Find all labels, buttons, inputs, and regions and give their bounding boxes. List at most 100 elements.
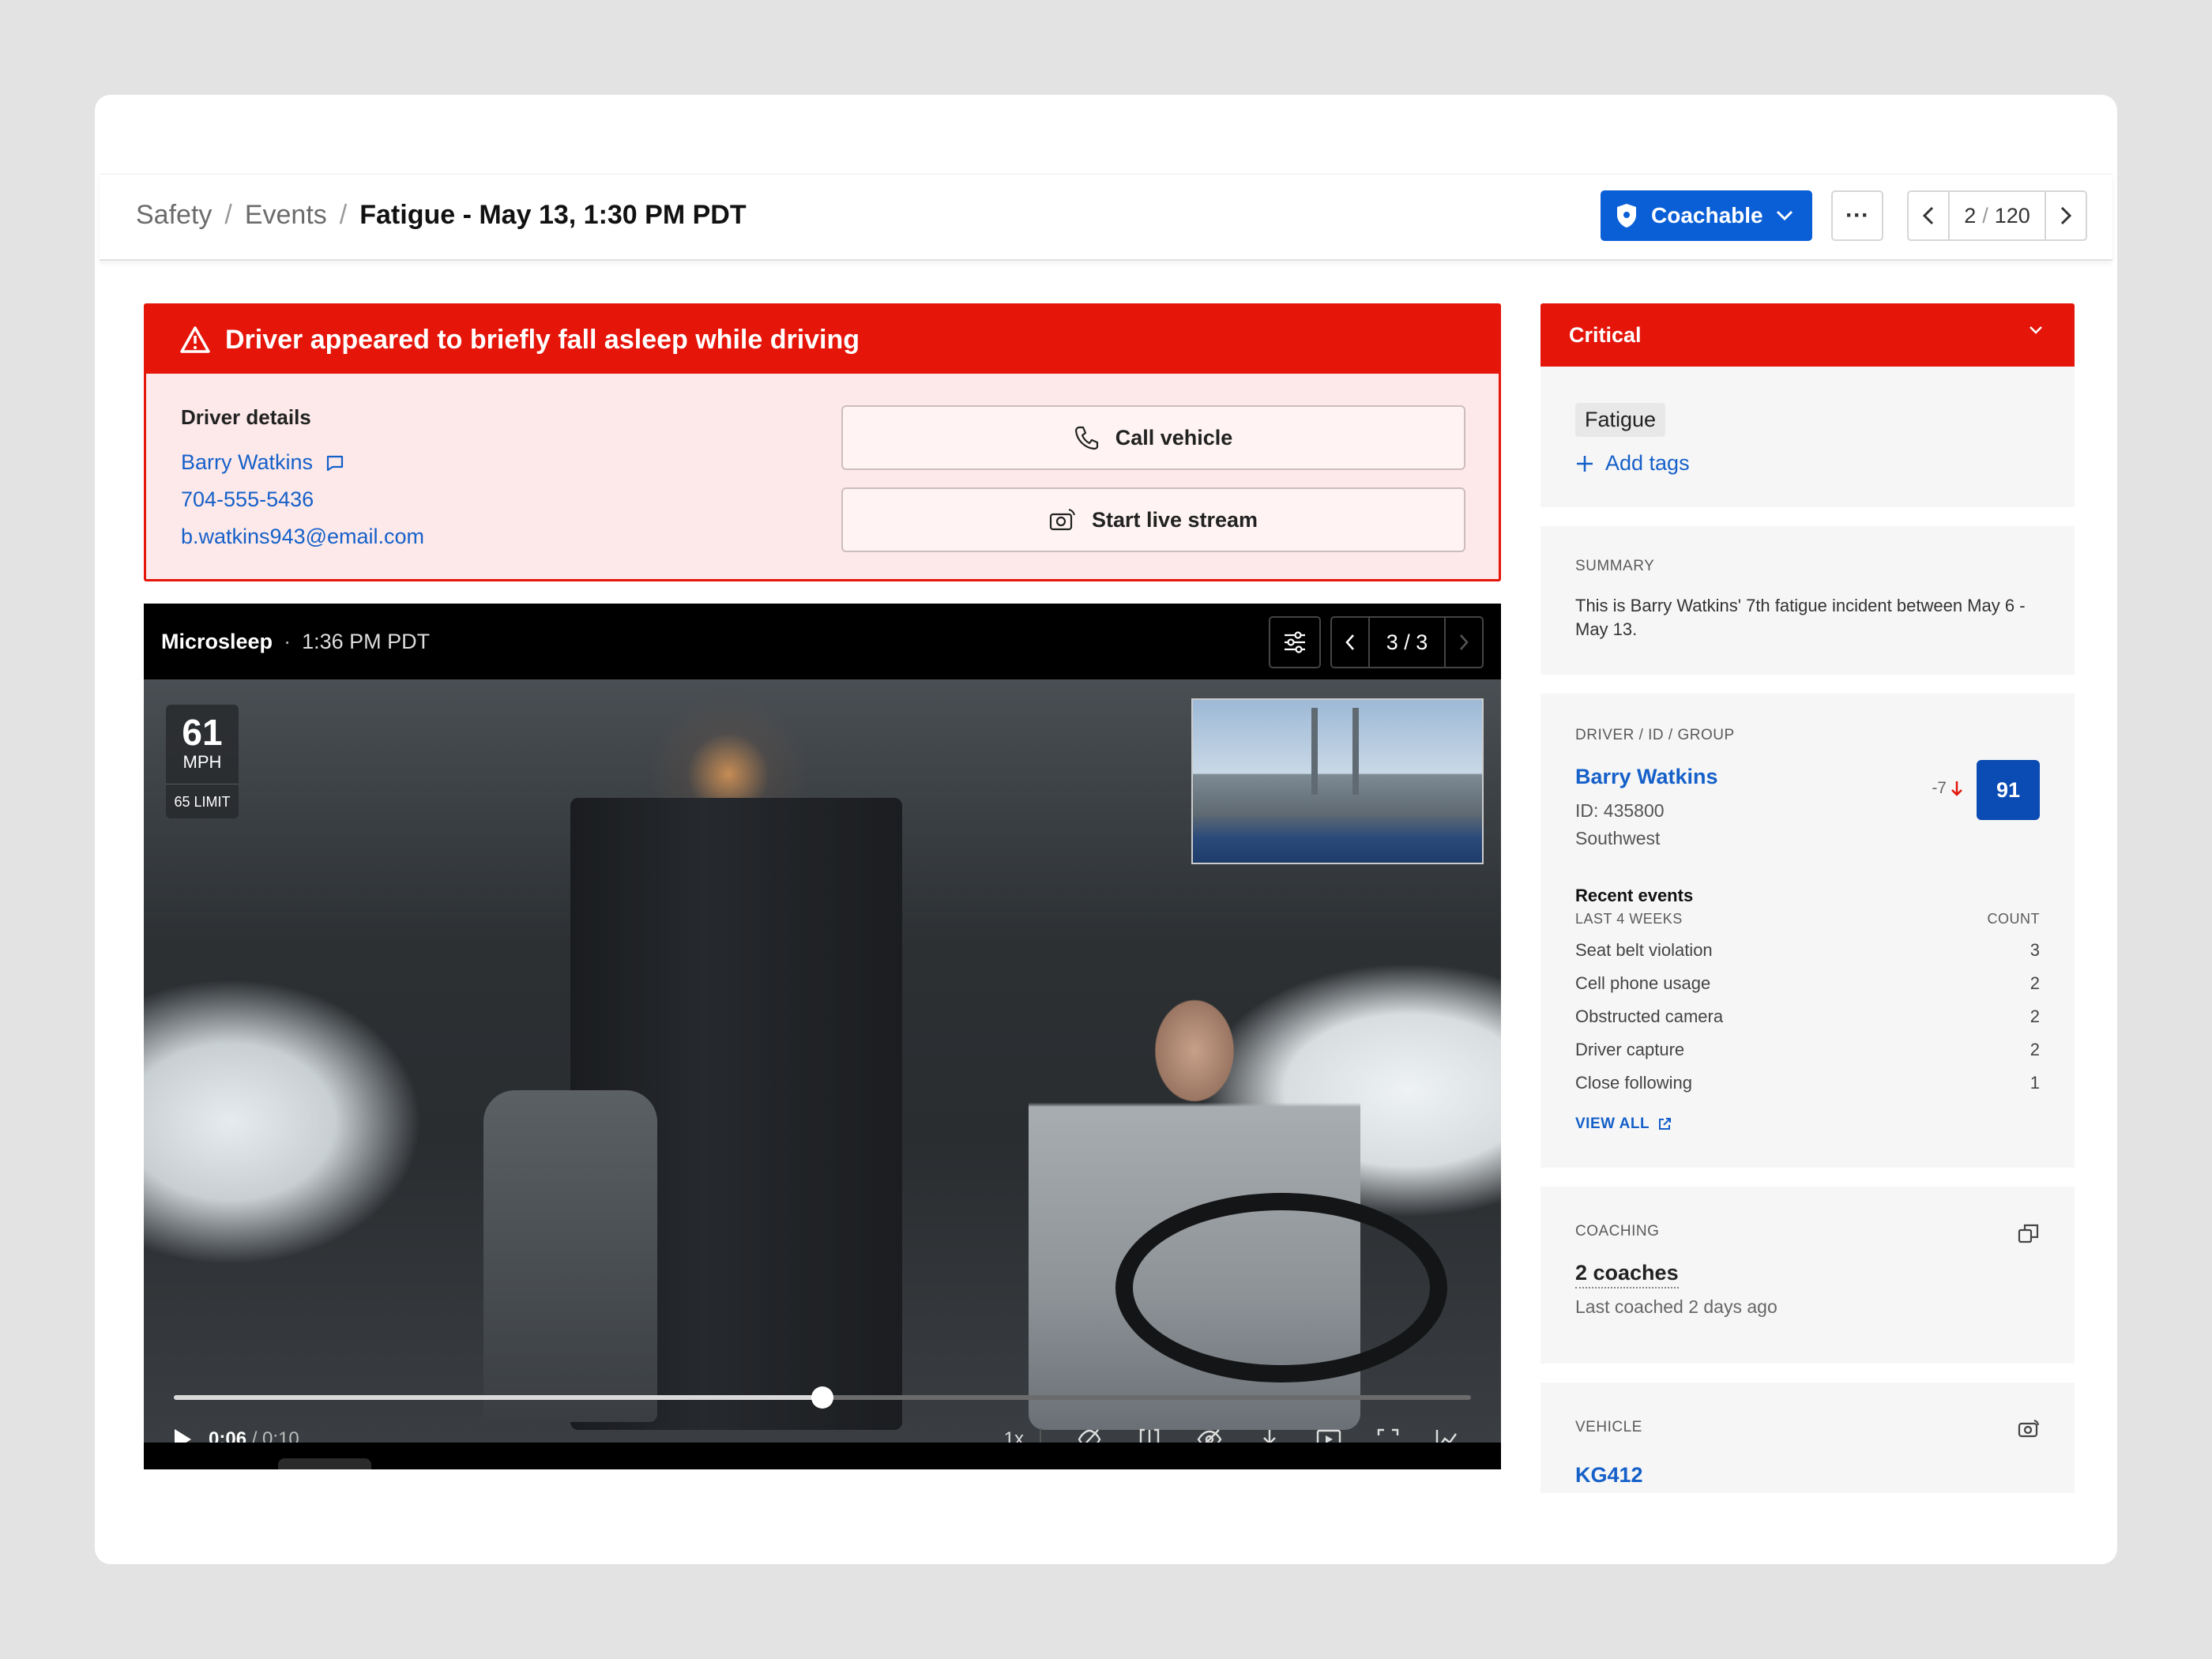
event-name: Obstructed camera (1575, 1006, 1724, 1026)
video-event-type: Microsleep (161, 629, 273, 653)
chevron-down-icon (1776, 210, 1793, 221)
scrubber-handle[interactable] (811, 1386, 833, 1409)
chevron-down-icon (2030, 326, 2042, 334)
driver-profile-link[interactable]: Barry Watkins (1575, 765, 2040, 789)
telemetry-limit: 65 (305, 1468, 340, 1469)
driver-card: DRIVER / ID / GROUP Barry Watkins ID: 43… (1540, 694, 2075, 1168)
coachable-label: Coachable (1651, 203, 1763, 228)
road-camera-pip[interactable] (1191, 698, 1484, 864)
call-vehicle-label: Call vehicle (1115, 425, 1233, 450)
video-event-time: 1:36 PM PDT (302, 629, 431, 653)
pager-separator: / (1982, 203, 1988, 228)
score-delta: -7 (1932, 779, 1964, 798)
driver-name-link[interactable]: Barry Watkins (181, 450, 313, 475)
camera-icon[interactable] (2018, 1419, 2040, 1438)
driver-name-link-row: Barry Watkins (181, 450, 424, 475)
shield-icon (1617, 204, 1636, 228)
recent-events-count-label: COUNT (1987, 911, 2040, 927)
previous-event-button[interactable] (1909, 192, 1948, 239)
call-vehicle-button[interactable]: Call vehicle (841, 405, 1465, 470)
scrubber-progress (174, 1395, 822, 1400)
vehicle-link[interactable]: KG412 (1575, 1463, 2040, 1488)
summary-card: SUMMARY This is Barry Watkins' 7th fatig… (1540, 526, 2075, 675)
event-side-panel: Critical Fatigue Add tags SUMMARY This i… (1540, 303, 2075, 1493)
event-name: Driver capture (1575, 1040, 1685, 1059)
warning-icon (180, 326, 210, 353)
event-pager: 2 / 120 (1907, 190, 2087, 241)
driver-details-label: Driver details (181, 405, 311, 429)
camera-stream-icon (1049, 509, 1075, 531)
more-options-button[interactable]: ··· (1831, 190, 1883, 241)
recent-events-header: LAST 4 WEEKS COUNT (1575, 911, 2040, 927)
fatigue-alert-card: Driver appeared to briefly fall asleep w… (144, 303, 1501, 581)
sliders-icon (1285, 631, 1305, 653)
open-coaching-icon[interactable] (2018, 1223, 2040, 1243)
list-item: Close following 1 (1575, 1073, 2040, 1093)
tag-fatigue[interactable]: Fatigue (1575, 403, 1666, 437)
breadcrumb-separator: / (339, 200, 348, 230)
pager-position: 2 / 120 (1948, 192, 2046, 239)
breadcrumb-events[interactable]: Events (245, 200, 327, 231)
speed-value: 61 (182, 712, 223, 753)
plus-icon (1577, 455, 1593, 472)
driver-group: Southwest (1575, 828, 1661, 848)
recent-events-list: Seat belt violation 3 Cell phone usage 2 O… (1575, 940, 2040, 1093)
severity-label: Critical (1569, 322, 1642, 347)
start-live-stream-label: Start live stream (1091, 507, 1258, 532)
external-link-icon (1659, 1118, 1672, 1130)
coaching-card: COACHING 2 coaches Last coached 2 days a… (1540, 1187, 2075, 1364)
inward-camera-frame: 61 MPH 65 LIMIT (144, 679, 1501, 1443)
telemetry-strip: 61 65 (144, 1443, 1501, 1469)
clip-counter: 3 / 3 (1386, 630, 1428, 654)
list-item: Driver capture 2 (1575, 1040, 2040, 1060)
view-all-events-link[interactable]: VIEW ALL (1575, 1115, 2040, 1168)
chevron-right-icon (2060, 206, 2071, 225)
breadcrumb-safety[interactable]: Safety (136, 200, 212, 231)
driver-section-label: DRIVER / ID / GROUP (1575, 727, 1735, 743)
event-count: 2 (2030, 1006, 2040, 1026)
coachable-dropdown-button[interactable]: Coachable (1601, 190, 1812, 241)
start-live-stream-button[interactable]: Start live stream (841, 487, 1465, 552)
message-icon[interactable] (325, 454, 344, 472)
speed-limit: 65 LIMIT (166, 784, 239, 818)
alert-title: Driver appeared to briefly fall asleep w… (225, 324, 860, 355)
add-tags-button[interactable]: Add tags (1575, 451, 2040, 507)
severity-dropdown[interactable]: Critical (1540, 303, 2075, 367)
chevron-left-icon (1345, 634, 1354, 650)
page-header: Safety / Events / Fatigue - May 13, 1:30… (100, 174, 2112, 261)
event-name: Cell phone usage (1575, 973, 1711, 993)
coaching-last: Last coached 2 days ago (1575, 1296, 1778, 1317)
clip-pager: 3 / 3 (1330, 616, 1484, 668)
page-title: Fatigue - May 13, 1:30 PM PDT (359, 200, 747, 230)
summary-text: This is Barry Watkins' 7th fatigue incid… (1575, 596, 2026, 639)
coaching-label: COACHING (1575, 1223, 1660, 1240)
video-player: Microsleep · 1:36 PM PDT 3 / 3 61 MPH 65… (144, 604, 1501, 1469)
speed-unit: MPH (182, 752, 222, 772)
driver-id: ID: 435800 (1575, 800, 1665, 821)
video-settings-button[interactable] (1269, 616, 1321, 668)
event-count: 1 (2030, 1073, 2040, 1093)
coaching-count-link[interactable]: 2 coaches (1575, 1261, 1679, 1288)
telemetry-speed: 61 (209, 1468, 244, 1469)
next-clip-button[interactable] (1443, 618, 1482, 667)
alert-header: Driver appeared to briefly fall asleep w… (146, 306, 1499, 374)
add-tags-label: Add tags (1605, 451, 1690, 475)
score-delta-value: -7 (1932, 779, 1947, 797)
tags-card: Fatigue Add tags (1540, 367, 2075, 507)
driver-details: Driver details Barry Watkins 704-555-543… (181, 405, 424, 562)
previous-clip-button[interactable] (1332, 618, 1370, 667)
driver-phone-link[interactable]: 704-555-5436 (181, 487, 424, 512)
recent-events-period: LAST 4 WEEKS (1575, 911, 1683, 927)
driver-email-link[interactable]: b.watkins943@email.com (181, 525, 424, 549)
video-scrubber[interactable] (174, 1386, 1471, 1409)
chevron-left-icon (1923, 206, 1934, 225)
list-item: Cell phone usage 2 (1575, 973, 2040, 994)
speed-overlay: 61 MPH 65 LIMIT (166, 705, 239, 818)
bridge-tower (1311, 708, 1359, 795)
list-item: Seat belt violation 3 (1575, 940, 2040, 961)
breadcrumb-separator: / (224, 200, 232, 230)
next-event-button[interactable] (2046, 192, 2086, 239)
list-item: Obstructed camera 2 (1575, 1006, 2040, 1027)
coaching-count-row: 2 coaches (1575, 1240, 2040, 1288)
phone-icon (1074, 426, 1098, 450)
